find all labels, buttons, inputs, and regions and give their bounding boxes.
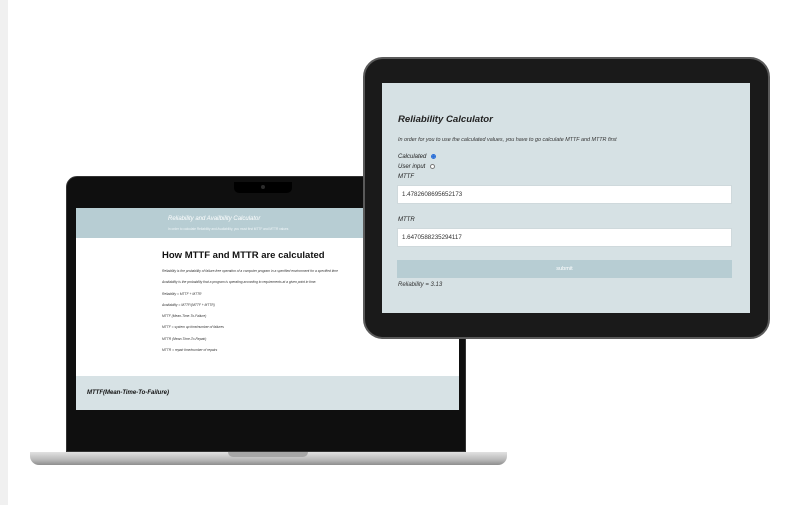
user-input-option-label: User input (398, 164, 426, 171)
calculator-description: In order for you to use the calculated v… (398, 137, 617, 143)
user-input-option: User input (398, 164, 436, 171)
reliability-result: Reliability = 3.13 (398, 282, 443, 288)
mttf-section-banner: MTTF(Mean-Time-To-Failure) (76, 376, 459, 410)
mttf-section-title: MTTF(Mean-Time-To-Failure) (87, 390, 169, 396)
section-heading: How MTTF and MTTR are calculated (162, 250, 325, 261)
calculator-title: Reliability Calculator (398, 114, 493, 125)
tablet-screen: Reliability Calculator In order for you … (382, 83, 750, 313)
user-input-radio[interactable] (430, 164, 436, 169)
calculator-header-subtitle: In order to calculate Reliability and Av… (168, 227, 289, 231)
calculator-header-title: Reliability and Availbility Calculator (168, 216, 261, 222)
calculated-option: Calculated (398, 154, 437, 161)
calculated-radio[interactable] (431, 154, 437, 159)
page-left-edge (0, 0, 8, 505)
mttf-label: MTTF (398, 174, 414, 180)
calculated-option-label: Calculated (398, 154, 427, 161)
mttr-input[interactable] (397, 228, 732, 247)
submit-button[interactable]: submit (397, 260, 732, 278)
mttr-formula: MTTR = repair time/number of repairs (162, 348, 218, 353)
mttr-label: MTTR (398, 217, 415, 223)
mttf-input[interactable] (397, 185, 732, 204)
laptop-camera-notch (234, 182, 292, 193)
laptop-base-notch (228, 452, 308, 457)
